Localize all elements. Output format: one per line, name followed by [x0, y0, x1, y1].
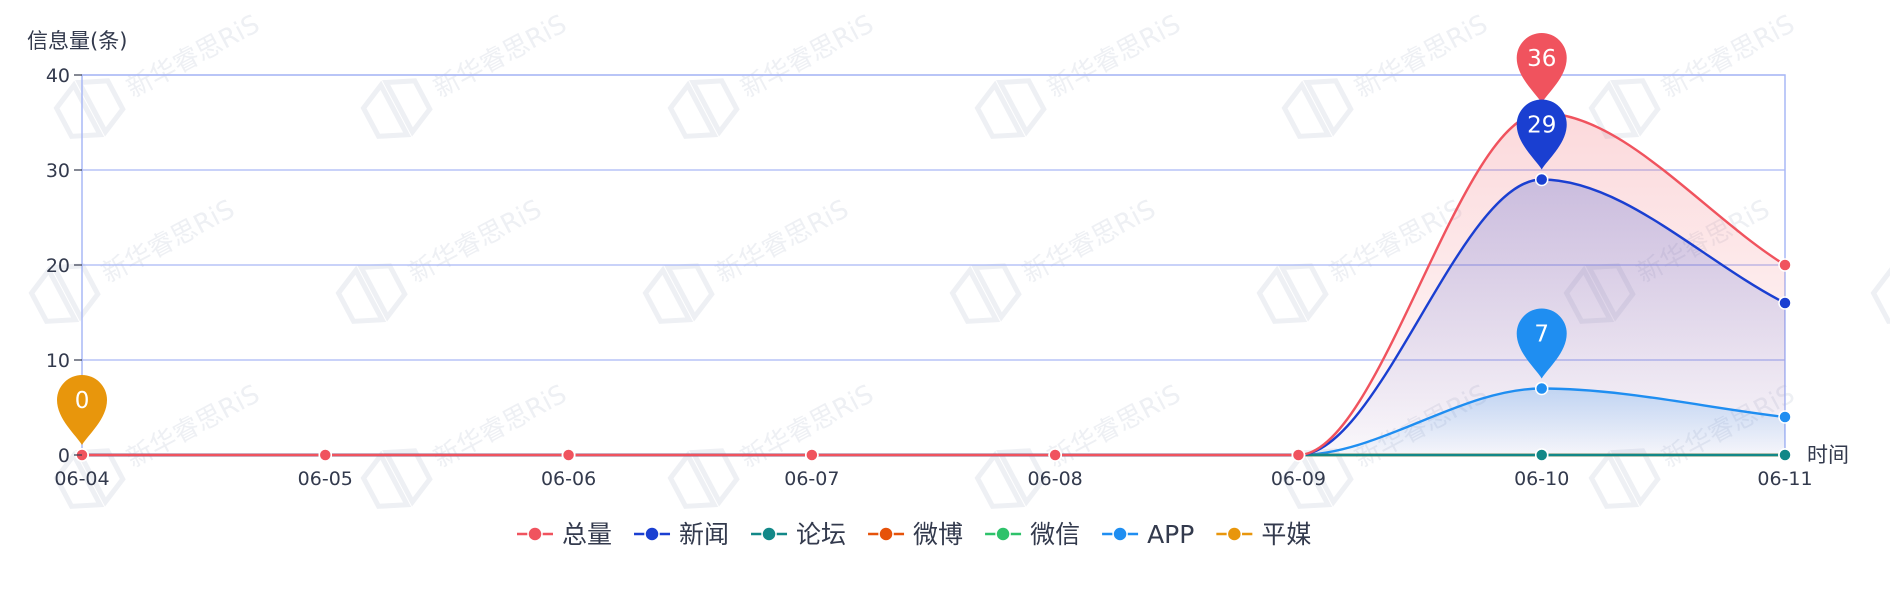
- x-axis-title: 时间: [1807, 443, 1849, 467]
- legend-marker: [761, 526, 777, 542]
- legend-item[interactable]: APP: [1102, 520, 1194, 549]
- watermark-mark: 新华睿思RiS: [360, 379, 572, 509]
- watermark-mark: 新华睿思RiS: [1588, 9, 1800, 139]
- y-axis-title: 信息量(条): [27, 29, 127, 53]
- legend-label: 微博: [913, 520, 963, 549]
- watermark-text: 新华睿思RiS: [429, 379, 572, 474]
- watermark-text: 新华睿思RiS: [1043, 9, 1186, 104]
- legend-marker: [878, 526, 894, 542]
- watermark-mark: 新华睿思RiS: [1281, 9, 1493, 139]
- pin-value-label: 0: [75, 388, 90, 414]
- watermark-mark: 新华睿思RiS: [53, 9, 265, 139]
- x-tick-label: 06-10: [1514, 468, 1569, 490]
- x-tick-label: 06-08: [1028, 468, 1083, 490]
- pin-value-label: 29: [1527, 113, 1556, 139]
- y-tick-label: 30: [46, 160, 70, 182]
- x-axis-ticks: 06-04 06-05 06-06 06-07 06-08 06-09 06-10 06-11: [54, 468, 1812, 490]
- data-point[interactable]: [1778, 296, 1792, 310]
- x-tick-label: 06-09: [1271, 468, 1326, 490]
- watermark-text: 新华睿思RiS: [97, 194, 240, 289]
- data-point[interactable]: [561, 448, 576, 462]
- data-point[interactable]: [1048, 448, 1062, 462]
- legend-item[interactable]: 总量: [517, 520, 612, 549]
- legend-marker: [1226, 526, 1243, 542]
- y-tick-label: 10: [46, 350, 70, 372]
- data-point[interactable]: [1534, 448, 1549, 462]
- watermark-text: 新华睿思RiS: [736, 9, 879, 104]
- legend-item[interactable]: 平媒: [1216, 520, 1311, 549]
- value-pin: 36: [1516, 33, 1567, 103]
- y-tick-label: 20: [46, 255, 70, 277]
- pin-value-label: 7: [1534, 322, 1549, 348]
- series-areas: [82, 113, 1785, 455]
- y-tick-label: 40: [46, 65, 70, 87]
- legend-label: 新闻: [679, 520, 729, 549]
- line-chart: 新华睿思RiS 新华睿思RiS 新华睿思RiS 新华睿思RiS 新华睿思RiS 新华睿思R…: [27, 9, 1890, 549]
- legend-label: 论坛: [796, 520, 846, 549]
- legend-item[interactable]: 新闻: [634, 520, 729, 549]
- legend-marker: [644, 526, 660, 542]
- watermark-text: 新华睿思RiS: [1043, 379, 1186, 474]
- legend-item[interactable]: 论坛: [751, 520, 846, 549]
- watermark-mark: 新华睿思RiS: [974, 9, 1186, 139]
- watermark-mark: 新华睿思RiS: [335, 194, 547, 324]
- value-pin: 0: [57, 375, 107, 445]
- legend-label: 微信: [1030, 520, 1080, 549]
- x-tick-label: 06-05: [298, 468, 353, 490]
- legend-item[interactable]: 微信: [985, 520, 1080, 549]
- series-area: [82, 388, 1785, 455]
- legend-marker: [995, 526, 1011, 542]
- watermark-text: 新华睿思RiS: [122, 9, 265, 104]
- data-point[interactable]: [805, 448, 819, 462]
- watermark-mark: 新华睿思RiS: [949, 194, 1161, 324]
- data-point[interactable]: [1778, 410, 1792, 424]
- watermark-mark: 新华睿思RiS: [974, 379, 1186, 509]
- data-point[interactable]: [1778, 448, 1792, 462]
- x-tick-label: 06-06: [541, 468, 596, 490]
- x-tick-label: 06-11: [1757, 468, 1812, 490]
- legend-marker: [1112, 526, 1128, 542]
- data-point[interactable]: [318, 448, 333, 462]
- x-tick-label: 06-07: [784, 468, 839, 490]
- legend-label: 总量: [562, 520, 612, 549]
- watermark-mark: 新华睿思RiS: [667, 379, 879, 509]
- data-point[interactable]: [1534, 381, 1549, 396]
- watermark-text: 新华睿思RiS: [1018, 194, 1161, 289]
- watermark-text: 新华睿思RiS: [1657, 9, 1800, 104]
- watermark-mark: 新华睿思RiS: [642, 194, 854, 324]
- legend: 总量 新闻 论坛 微博 微信 APP 平媒: [517, 520, 1311, 549]
- legend-marker: [527, 526, 543, 542]
- watermark-text: 新华睿思RiS: [429, 9, 572, 104]
- legend-item[interactable]: 微博: [868, 520, 963, 549]
- data-point[interactable]: [1291, 448, 1306, 462]
- watermark-text: 新华睿思RiS: [122, 379, 265, 474]
- watermark-text: 新华睿思RiS: [1350, 9, 1493, 104]
- watermark-mark: 新华睿思RiS: [667, 9, 879, 139]
- y-tick-label: 0: [58, 445, 70, 467]
- data-point[interactable]: [1534, 172, 1549, 187]
- pin-value-label: 36: [1527, 46, 1556, 72]
- x-tick-label: 06-04: [54, 468, 109, 490]
- data-point[interactable]: [1778, 258, 1792, 272]
- watermark-mark: 新华睿思RiS: [360, 9, 572, 139]
- watermark-text: 新华睿思RiS: [404, 194, 547, 289]
- legend-label: APP: [1147, 520, 1194, 549]
- watermark-text: 新华睿思RiS: [711, 194, 854, 289]
- legend-label: 平媒: [1261, 520, 1311, 549]
- watermark-mark: 新华睿思RiS: [1870, 263, 1890, 324]
